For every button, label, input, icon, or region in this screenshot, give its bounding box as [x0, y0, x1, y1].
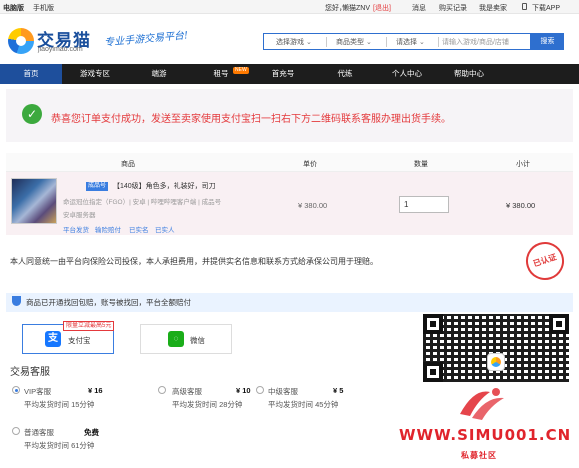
- divider: [386, 37, 387, 47]
- insurance-agreement-text: 本人同意统一由平台向保险公司投保，本人承担费用，并提供实名信息和联系方式给承保公…: [10, 257, 378, 266]
- logo-domain: jiaoyimao.com: [38, 46, 83, 53]
- nav-user-center[interactable]: 个人中心: [376, 64, 438, 84]
- username-link[interactable]: 懒猫ZNV: [342, 3, 370, 13]
- header-subtotal: 小计: [516, 161, 530, 168]
- check-icon: ✓: [22, 104, 42, 124]
- qr-logo-icon: [487, 353, 505, 371]
- download-app-link[interactable]: 下载APP: [532, 3, 560, 13]
- cs-vip-price: ¥ 16: [88, 386, 103, 395]
- cs-senior-name: 高级客服: [172, 387, 202, 396]
- top-bar: 电脑版 手机版 您好， 懒猫ZNV [退出] 消息 购买记录 我是卖家 下载AP…: [0, 0, 579, 14]
- wechat-icon: ◌: [168, 331, 184, 347]
- cs-basic-price: 免费: [84, 428, 99, 437]
- success-message: 恭喜您订单支付成功，发送至卖家使用支付宝扫一扫右下方二维码联系客服办理出货手续。: [51, 114, 451, 125]
- header-unit-price: 单价: [303, 161, 317, 168]
- search-button[interactable]: 搜索: [531, 33, 564, 50]
- qr-finder: [423, 362, 443, 382]
- nav-first-charge[interactable]: 首充号: [252, 64, 314, 84]
- unit-price: ¥ 380.00: [298, 201, 328, 210]
- promo-badge: 限量立减最高5元: [63, 321, 115, 331]
- new-badge: NEW: [233, 67, 249, 74]
- quantity-input[interactable]: 1: [399, 196, 449, 213]
- product-title[interactable]: 【140级】角色多，礼装好，司刀: [113, 181, 216, 191]
- search-bar: 选择游戏 商品类型 请选择 请输入游戏/商品/店铺: [263, 33, 531, 50]
- insurance-text: 商品已开通找回包赔，账号被找回，平台全额赔付: [26, 298, 191, 307]
- cs-mid-time: 平均发货时间 45分钟: [268, 400, 339, 409]
- alipay-icon: 支: [45, 331, 61, 347]
- nav-pc-games[interactable]: 端游: [128, 64, 190, 84]
- slogan: 专业手游交易平台!: [103, 30, 189, 49]
- nav-home[interactable]: 首页: [0, 64, 62, 84]
- cs-mid-price: ¥ 5: [333, 386, 344, 395]
- tag-platform-delivery: 平台发货: [63, 227, 89, 234]
- divider: [326, 37, 327, 47]
- logout-link[interactable]: [退出]: [373, 3, 391, 13]
- mobile-version-link[interactable]: 手机版: [33, 3, 54, 13]
- tag-insurance: 输险赔付: [95, 227, 121, 234]
- cs-senior-time: 平均发货时间 28分钟: [172, 400, 243, 409]
- product-meta: 命运冠位指定（FGO）| 安卓 | 哔哩哔哩客户端 | 成品号: [63, 199, 222, 206]
- desktop-version-link[interactable]: 电脑版: [3, 3, 24, 13]
- cs-senior-radio[interactable]: [158, 386, 166, 394]
- cs-mid-name: 中级客服: [268, 387, 298, 396]
- alipay-label: 支付宝: [68, 336, 91, 345]
- watermark-subtitle: 私募社区: [461, 451, 497, 460]
- cs-vip-name: VIP客服: [24, 387, 52, 396]
- shield-icon: [12, 296, 21, 306]
- tag-real-name: 已实名: [129, 227, 149, 234]
- order-table-header: [6, 153, 573, 171]
- seller-link[interactable]: 我是卖家: [479, 3, 507, 13]
- wechat-label: 微信: [190, 336, 205, 345]
- cs-vip-time: 平均发货时间 15分钟: [24, 400, 95, 409]
- search-input[interactable]: 请输入游戏/商品/店铺: [442, 37, 509, 47]
- header-product: 商品: [121, 161, 135, 168]
- wechat-option[interactable]: [140, 324, 232, 354]
- cs-senior-price: ¥ 10: [236, 386, 251, 395]
- subtotal: ¥ 380.00: [506, 201, 536, 210]
- header-quantity: 数量: [414, 161, 428, 168]
- cs-basic-name: 普通客服: [24, 428, 54, 437]
- verified-stamp: 已认证: [521, 237, 569, 285]
- filter-select[interactable]: 请选择: [396, 37, 425, 47]
- purchase-history-link[interactable]: 购买记录: [439, 3, 467, 13]
- qr-code: [423, 314, 569, 382]
- qr-finder: [549, 314, 569, 334]
- qr-finder: [423, 314, 443, 334]
- watermark-logo-icon: [460, 388, 504, 420]
- divider: [438, 37, 439, 47]
- product-thumbnail[interactable]: [11, 178, 57, 224]
- product-server: 安卓服务器: [63, 212, 96, 219]
- watermark-url: WWW.SIMU001.CN: [399, 426, 572, 444]
- product-type-select[interactable]: 商品类型: [336, 37, 372, 47]
- nav-game-zone[interactable]: 游戏专区: [64, 64, 126, 84]
- messages-link[interactable]: 消息: [412, 3, 426, 13]
- cs-vip-radio[interactable]: [12, 386, 20, 394]
- cs-mid-radio[interactable]: [256, 386, 264, 394]
- cs-basic-time: 平均发货时间 61分钟: [24, 441, 95, 450]
- main-nav: 首页 游戏专区 端游 租号 NEW 首充号 代练 个人中心 帮助中心: [0, 64, 579, 84]
- game-select[interactable]: 选择游戏: [276, 37, 312, 47]
- customer-service-title: 交易客服: [10, 367, 50, 378]
- phone-icon: [522, 3, 527, 10]
- category-badge: 成品号: [86, 182, 109, 191]
- nav-boosting[interactable]: 代练: [314, 64, 376, 84]
- nav-help-center[interactable]: 帮助中心: [438, 64, 500, 84]
- tag-real-person: 已实人: [155, 227, 175, 234]
- cs-basic-radio[interactable]: [12, 427, 20, 435]
- logo-icon[interactable]: [8, 28, 34, 54]
